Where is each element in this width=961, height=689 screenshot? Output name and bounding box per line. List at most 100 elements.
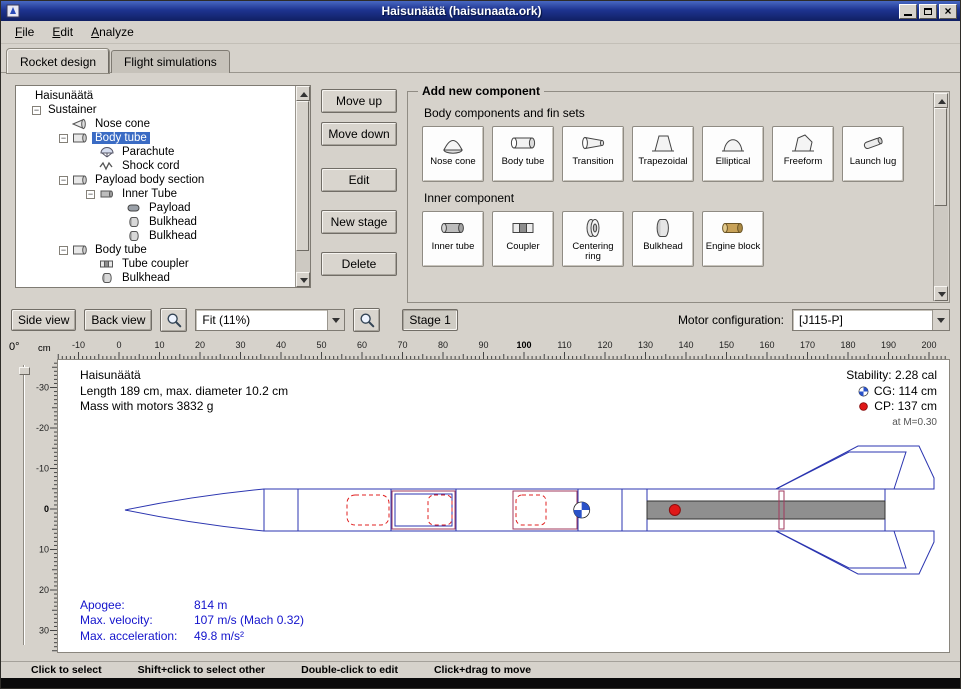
tree-item-body-tube[interactable]: −Body tube bbox=[18, 131, 295, 145]
component-button-label: Engine block bbox=[706, 242, 760, 252]
rocket-viewer: 0° cm -100102030405060708090100110120130… bbox=[1, 337, 960, 661]
add-coupler-button[interactable]: Coupler bbox=[492, 211, 554, 267]
tree-item-bulkhead[interactable]: Bulkhead bbox=[18, 229, 295, 243]
zoom-combobox[interactable]: Fit (11%) bbox=[195, 309, 345, 331]
svg-text:50: 50 bbox=[316, 340, 326, 350]
apogee-label: Apogee: bbox=[80, 598, 184, 614]
component-group-label: Inner component bbox=[424, 191, 921, 205]
tree-item-nose-cone[interactable]: Nose cone bbox=[18, 117, 295, 131]
tree-scrollbar-thumb[interactable] bbox=[296, 101, 309, 251]
max-acceleration-value: 49.8 m/s² bbox=[194, 629, 304, 645]
add-trapezoidal-button[interactable]: Trapezoidal bbox=[632, 126, 694, 182]
scroll-down-icon[interactable] bbox=[296, 272, 310, 287]
tree-item-tube-coupler[interactable]: Tube coupler bbox=[18, 257, 295, 271]
move-down-button[interactable]: Move down bbox=[321, 122, 397, 146]
svg-text:150: 150 bbox=[719, 340, 734, 350]
ic-innertube bbox=[439, 216, 467, 240]
tab-row: Rocket designFlight simulations bbox=[1, 44, 960, 72]
close-button[interactable]: × bbox=[939, 4, 957, 19]
tree-item-sustainer[interactable]: −Sustainer bbox=[18, 103, 295, 117]
tree-item-label: Tube coupler bbox=[119, 258, 192, 270]
menu-analyze[interactable]: Analyze bbox=[83, 22, 142, 42]
titlebar[interactable]: Haisunäätä (haisunaata.ork) × bbox=[1, 1, 960, 21]
add-nose-cone-button[interactable]: Nose cone bbox=[422, 126, 484, 182]
menu-file[interactable]: File bbox=[7, 22, 42, 42]
tree-item-payload-body-section[interactable]: −Payload body section bbox=[18, 173, 295, 187]
tree-item-inner-tube[interactable]: −Inner Tube bbox=[18, 187, 295, 201]
add-bulkhead-button[interactable]: Bulkhead bbox=[632, 211, 694, 267]
chevron-down-icon[interactable] bbox=[932, 310, 949, 330]
menu-edit[interactable]: Edit bbox=[44, 22, 81, 42]
svg-text:0: 0 bbox=[44, 504, 49, 514]
svg-text:110: 110 bbox=[557, 340, 571, 350]
zoom-in-button[interactable] bbox=[160, 308, 187, 332]
back-view-button[interactable]: Back view bbox=[84, 309, 152, 331]
move-up-button[interactable]: Move up bbox=[321, 89, 397, 113]
tab-flight-simulations[interactable]: Flight simulations bbox=[111, 50, 230, 73]
add-inner-tube-button[interactable]: Inner tube bbox=[422, 211, 484, 267]
scroll-up-icon[interactable] bbox=[934, 93, 948, 108]
magnifier-icon bbox=[358, 311, 376, 329]
bodytube-icon bbox=[72, 174, 89, 186]
edit-button[interactable]: Edit bbox=[321, 168, 397, 192]
add-elliptical-button[interactable]: Elliptical bbox=[702, 126, 764, 182]
rotation-slider-handle[interactable] bbox=[19, 367, 30, 375]
tree-item-label: Haisunäätä bbox=[32, 90, 96, 102]
zoom-out-button[interactable] bbox=[353, 308, 380, 332]
svg-text:30: 30 bbox=[235, 340, 245, 350]
add-component-scrollbar-thumb[interactable] bbox=[934, 108, 947, 206]
tree-scrollbar[interactable] bbox=[295, 86, 310, 287]
maximize-button[interactable] bbox=[919, 4, 937, 19]
tree-expander-icon[interactable]: − bbox=[32, 106, 41, 115]
ic-coupler bbox=[509, 216, 537, 240]
tree-item-bulkhead[interactable]: Bulkhead bbox=[18, 215, 295, 229]
tree-item-shock-cord[interactable]: Shock cord bbox=[18, 159, 295, 173]
add-engine-block-button[interactable]: Engine block bbox=[702, 211, 764, 267]
tree-action-buttons: Move up Move down Edit New stage Delete bbox=[321, 89, 397, 303]
bulkhead-icon bbox=[126, 230, 143, 242]
delete-button[interactable]: Delete bbox=[321, 252, 397, 276]
add-component-panel: Add new component Body components and fi… bbox=[407, 91, 950, 303]
motor-configuration-combobox[interactable]: [J115-P] bbox=[792, 309, 950, 331]
chevron-down-icon[interactable] bbox=[327, 310, 344, 330]
new-stage-button[interactable]: New stage bbox=[321, 210, 397, 234]
magnifier-icon bbox=[165, 311, 183, 329]
add-centering-ring-button[interactable]: Centering ring bbox=[562, 211, 624, 267]
ic-elliptical bbox=[719, 131, 747, 155]
tree-item-haisun-t[interactable]: Haisunäätä bbox=[18, 89, 295, 103]
rotation-slider[interactable] bbox=[19, 365, 30, 645]
nose-cone-outline[interactable] bbox=[125, 489, 264, 531]
tree-scrollbar-track[interactable] bbox=[296, 101, 310, 272]
tree-item-label: Body tube bbox=[92, 244, 150, 256]
tree-item-label: Parachute bbox=[119, 146, 177, 158]
minimize-button[interactable] bbox=[899, 4, 917, 19]
add-component-scrollbar[interactable] bbox=[933, 93, 948, 301]
rotation-slider-track[interactable] bbox=[23, 365, 25, 645]
flight-info: Apogee: 814 m Max. velocity: 107 m/s (Ma… bbox=[80, 598, 304, 645]
add-body-tube-button[interactable]: Body tube bbox=[492, 126, 554, 182]
tree-expander-icon[interactable]: − bbox=[59, 176, 68, 185]
scroll-down-icon[interactable] bbox=[934, 286, 948, 301]
scroll-up-icon[interactable] bbox=[296, 86, 310, 101]
tree-item-parachute[interactable]: Parachute bbox=[18, 145, 295, 159]
stage-1-button[interactable]: Stage 1 bbox=[402, 309, 457, 331]
add-freeform-button[interactable]: Freeform bbox=[772, 126, 834, 182]
side-view-button[interactable]: Side view bbox=[11, 309, 76, 331]
svg-text:180: 180 bbox=[840, 340, 855, 350]
cg-icon bbox=[858, 386, 869, 397]
tree-expander-icon[interactable]: − bbox=[59, 134, 68, 143]
add-component-scrollbar-track[interactable] bbox=[934, 108, 948, 286]
svg-text:10: 10 bbox=[39, 545, 49, 555]
motor-outline[interactable] bbox=[647, 501, 885, 519]
bulkhead-icon bbox=[126, 216, 143, 228]
stability-value: Stability: 2.28 cal bbox=[846, 368, 937, 384]
tab-rocket-design[interactable]: Rocket design bbox=[7, 49, 109, 73]
tree-expander-icon[interactable]: − bbox=[59, 246, 68, 255]
tree-expander-icon[interactable]: − bbox=[86, 190, 95, 199]
tree-item-body-tube[interactable]: − Body tube bbox=[18, 243, 295, 257]
add-transition-button[interactable]: Transition bbox=[562, 126, 624, 182]
rocket-canvas[interactable]: Haisunäätä Length 189 cm, max. diameter … bbox=[57, 359, 950, 653]
tree-item-payload[interactable]: Payload bbox=[18, 201, 295, 215]
add-launch-lug-button[interactable]: Launch lug bbox=[842, 126, 904, 182]
tree-item-bulkhead[interactable]: Bulkhead bbox=[18, 271, 295, 285]
